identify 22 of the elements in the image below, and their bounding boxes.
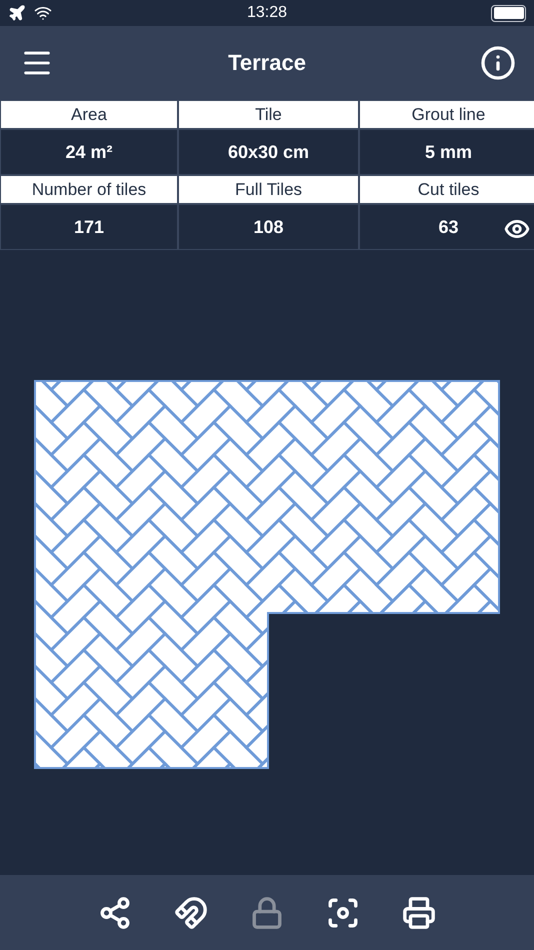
stat-value: 108 (179, 205, 358, 249)
capture-button[interactable] (326, 896, 360, 930)
stat-label: Full Tiles (179, 176, 358, 203)
screen-title: Terrace (228, 50, 306, 76)
airplane-mode-icon (8, 4, 26, 22)
battery-icon (491, 4, 526, 22)
stat-label: Area (1, 101, 177, 128)
stat-label: Grout line (360, 101, 534, 128)
status-time: 13:28 (246, 4, 288, 22)
wifi-icon (34, 4, 52, 22)
stat-label: Tile (179, 101, 358, 128)
stat-value: 171 (1, 205, 177, 249)
stat-value: 5 mm (360, 130, 534, 174)
stat-value: 24 m² (1, 130, 177, 174)
stat-value: 60x30 cm (179, 130, 358, 174)
stat-label: Cut tiles (360, 176, 534, 203)
magnet-button[interactable] (174, 896, 208, 930)
stat-value: 63 (360, 205, 534, 249)
printer-button[interactable] (402, 896, 436, 930)
share-button[interactable] (98, 896, 132, 930)
stat-label: Number of tiles (1, 176, 177, 203)
info-button[interactable] (480, 45, 516, 81)
